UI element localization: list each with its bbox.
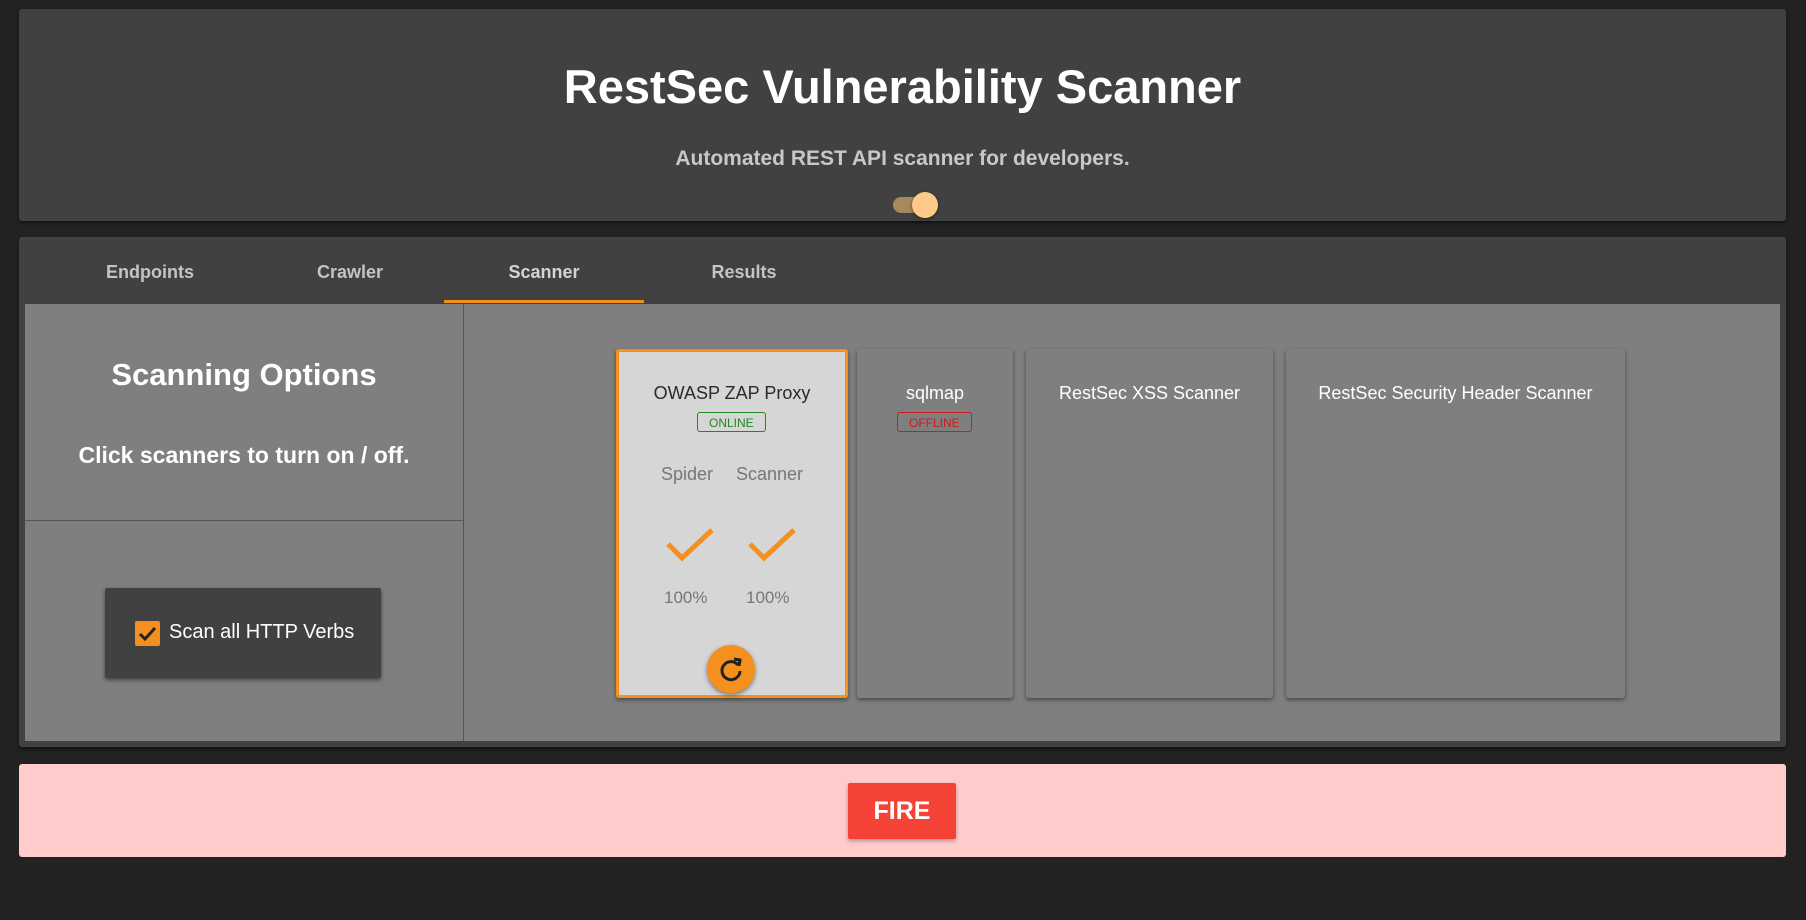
tab-bar: Endpoints Crawler Scanner Results — [25, 237, 1780, 303]
options-column: Scanning Options Click scanners to turn … — [25, 304, 464, 741]
status-badge-online: ONLINE — [697, 412, 766, 432]
scan-all-verbs-checkbox[interactable] — [135, 621, 160, 646]
tab-crawler[interactable]: Crawler — [250, 237, 450, 303]
refresh-icon — [720, 657, 742, 682]
scanner-name: sqlmap — [905, 383, 965, 403]
toggle-knob — [912, 192, 938, 218]
scan-all-verbs-label: Scan all HTTP Verbs — [169, 621, 355, 643]
scanner-card-restsec-security-header[interactable]: RestSec Security Header Scanner — [1286, 349, 1625, 698]
scanner-name: RestSec XSS Scanner — [1058, 383, 1241, 403]
theme-toggle[interactable] — [893, 192, 939, 218]
scanner-card-sqlmap[interactable]: sqlmap OFFLINE — [857, 349, 1013, 698]
status-badge-offline: OFFLINE — [897, 412, 972, 432]
scanner-card-owasp-zap[interactable]: OWASP ZAP Proxy ONLINE Spider Scanner 10… — [616, 349, 848, 698]
options-hint: Click scanners to turn on / off. — [78, 442, 410, 468]
scanner-progress: 100% — [746, 588, 790, 607]
spider-label: Spider — [661, 464, 714, 484]
options-title: Scanning Options — [111, 357, 377, 392]
scanner-label: Scanner — [736, 464, 804, 484]
scanner-tab-content: Scanning Options Click scanners to turn … — [25, 304, 1780, 741]
scanner-check-icon — [748, 528, 796, 562]
fire-button[interactable]: FIRE — [848, 783, 956, 839]
check-icon — [138, 626, 157, 642]
options-header: Scanning Options Click scanners to turn … — [25, 304, 463, 521]
scanner-card-restsec-xss[interactable]: RestSec XSS Scanner — [1026, 349, 1273, 698]
tab-results[interactable]: Results — [644, 237, 844, 303]
app-header: RestSec Vulnerability Scanner Automated … — [19, 9, 1786, 221]
scan-all-verbs-option[interactable]: Scan all HTTP Verbs — [105, 588, 381, 678]
fire-bar: FIRE — [19, 764, 1786, 857]
spider-progress: 100% — [664, 588, 708, 607]
scanner-name: OWASP ZAP Proxy — [653, 383, 811, 403]
refresh-button[interactable] — [707, 645, 755, 693]
main-panel: Endpoints Crawler Scanner Results Scanni… — [19, 237, 1786, 747]
page-title: RestSec Vulnerability Scanner — [563, 60, 1242, 113]
tab-endpoints[interactable]: Endpoints — [50, 237, 250, 303]
spider-check-icon — [666, 528, 714, 562]
tab-scanner[interactable]: Scanner — [444, 237, 644, 303]
scanner-name: RestSec Security Header Scanner — [1318, 383, 1593, 403]
page-subtitle: Automated REST API scanner for developer… — [675, 147, 1130, 170]
